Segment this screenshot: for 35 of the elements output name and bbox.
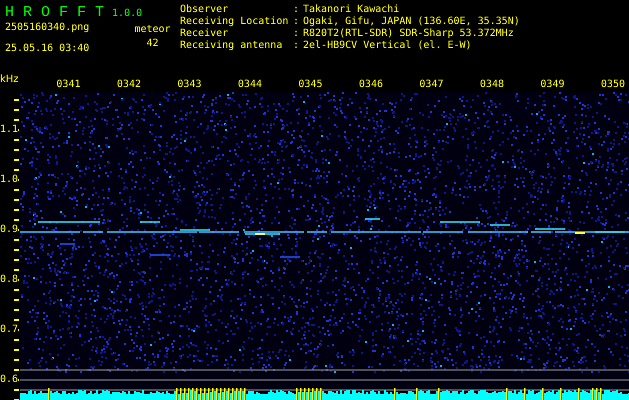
date-time: 25.05.16 03:40 (5, 43, 90, 55)
info-separator: : (293, 40, 300, 52)
meteor-count: 42 (146, 38, 159, 50)
info-value: Takanori Kawachi (303, 4, 400, 16)
meteor-label: meteor (134, 24, 171, 36)
time-label: 0348 (478, 78, 504, 92)
frequency-label: 0.6 (0, 374, 18, 385)
frequency-label: 1.1 (0, 124, 18, 135)
info-value: Ogaki, Gifu, JAPAN (136.60E, 35.35N) (303, 16, 520, 28)
info-value: 2el-HB9CV Vertical (el. E-W) (303, 40, 473, 52)
frequency-label: 0.9 (0, 224, 18, 235)
info-separator: : (293, 4, 300, 16)
info-separator: : (293, 28, 300, 40)
time-label: 0344 (236, 78, 262, 92)
info-label: Receiving Location (180, 16, 290, 28)
time-label: 0341 (55, 78, 80, 92)
frequency-label: 1.0 (0, 174, 18, 185)
info-value: R820T2(RTL-SDR) SDR-Sharp 53.372MHz (303, 28, 515, 40)
info-label: Receiver (180, 28, 230, 40)
info-label: Observer (180, 4, 230, 16)
app-title: H R O F F T (5, 4, 104, 21)
file-name: 2505160340.png (5, 22, 90, 34)
info-label: Receiving antenna (180, 40, 284, 52)
time-label: 0347 (418, 78, 444, 92)
app-version: 1.0.0 (112, 8, 142, 19)
frequency-label: 0.8 (0, 274, 18, 285)
frequency-label: 0.7 (0, 324, 18, 335)
time-label: 0345 (297, 78, 322, 92)
axis-unit: kHz (0, 73, 20, 87)
time-label: 0343 (176, 78, 202, 92)
info-separator: : (293, 16, 300, 28)
time-label: 0350 (600, 78, 625, 92)
time-label: 0342 (116, 78, 141, 92)
time-label: 0349 (539, 78, 564, 92)
time-label: 0346 (358, 78, 383, 92)
